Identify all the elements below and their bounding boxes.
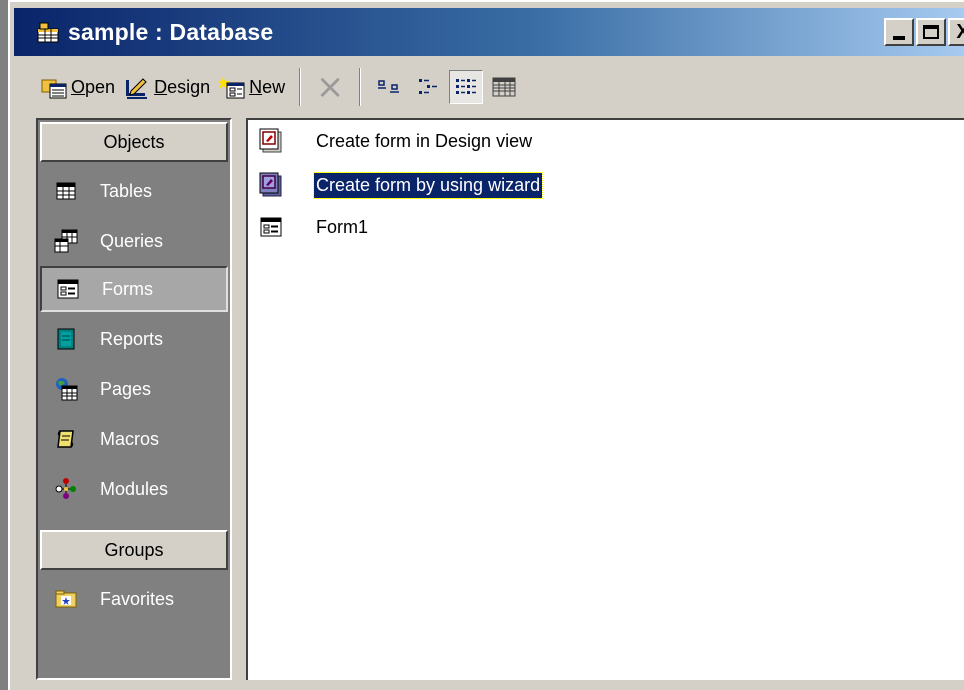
object-item-reports[interactable]: Reports bbox=[40, 316, 228, 362]
details-view-button[interactable] bbox=[487, 70, 521, 104]
design-shortcut-icon bbox=[258, 128, 284, 154]
large-icons-icon bbox=[378, 80, 400, 93]
object-item-macros[interactable]: Macros bbox=[40, 416, 228, 462]
open-icon bbox=[41, 79, 67, 99]
object-item-label: Macros bbox=[100, 428, 160, 449]
minimize-icon bbox=[893, 36, 905, 40]
object-item-label: Pages bbox=[100, 378, 152, 399]
toolbar-separator bbox=[359, 68, 362, 106]
window-bottom-edge bbox=[36, 682, 964, 690]
open-button[interactable]: Open bbox=[36, 67, 119, 107]
wizard-shortcut-icon bbox=[258, 172, 284, 198]
page-icon bbox=[54, 377, 78, 401]
large-icons-button[interactable] bbox=[373, 70, 407, 104]
window-controls: X bbox=[884, 18, 964, 46]
report-icon bbox=[54, 327, 78, 351]
table-icon bbox=[54, 179, 78, 203]
list-item[interactable]: Form1 bbox=[258, 212, 370, 242]
toolbar-separator bbox=[299, 68, 302, 106]
object-item-queries[interactable]: Queries bbox=[40, 218, 228, 264]
object-item-tables[interactable]: Tables bbox=[40, 168, 228, 214]
group-item-favorites[interactable]: Favorites bbox=[40, 576, 228, 622]
object-list-pane: Create form in Design view Create form b… bbox=[246, 118, 964, 680]
new-icon bbox=[218, 76, 245, 99]
object-item-label: Queries bbox=[100, 230, 164, 251]
database-icon bbox=[36, 21, 60, 43]
database-toolbar: Open Design New × bbox=[36, 64, 523, 110]
query-icon bbox=[54, 229, 78, 253]
new-mnemonic: N bbox=[249, 76, 263, 97]
delete-button[interactable]: × bbox=[313, 70, 347, 104]
delete-icon: × bbox=[315, 67, 345, 107]
object-item-modules[interactable]: Modules bbox=[40, 466, 228, 512]
close-icon: X bbox=[956, 21, 964, 43]
maximize-icon bbox=[923, 25, 939, 39]
object-item-label: Modules bbox=[100, 478, 169, 499]
group-item-label: Favorites bbox=[100, 588, 175, 609]
close-button[interactable]: X bbox=[948, 18, 964, 46]
title-bar[interactable]: sample : Database X bbox=[14, 8, 964, 56]
list-item-label: Form1 bbox=[316, 216, 369, 237]
groups-header-button[interactable]: Groups bbox=[40, 530, 228, 570]
favorites-folder-icon bbox=[54, 587, 78, 611]
module-icon bbox=[54, 477, 78, 501]
new-button[interactable]: New bbox=[214, 67, 289, 107]
design-label: esign bbox=[167, 76, 211, 97]
maximize-button[interactable] bbox=[916, 18, 946, 46]
macro-icon bbox=[54, 427, 78, 451]
form-icon bbox=[258, 214, 284, 240]
desktop-edge bbox=[0, 0, 8, 690]
object-item-label: Forms bbox=[102, 278, 153, 299]
minimize-button[interactable] bbox=[884, 18, 914, 46]
object-item-label: Reports bbox=[100, 328, 164, 349]
design-mnemonic: D bbox=[154, 76, 168, 97]
object-item-label: Tables bbox=[100, 180, 153, 201]
object-item-forms[interactable]: Forms bbox=[40, 266, 228, 312]
window-title: sample : Database bbox=[68, 18, 274, 45]
list-item-label: Create form by using wizard bbox=[312, 171, 544, 199]
list-item[interactable]: Create form in Design view bbox=[258, 126, 534, 156]
design-icon bbox=[126, 78, 148, 99]
objects-header-button[interactable]: Objects bbox=[40, 122, 228, 162]
object-item-pages[interactable]: Pages bbox=[40, 366, 228, 412]
list-item[interactable]: Create form by using wizard bbox=[258, 170, 544, 200]
small-icons-button[interactable] bbox=[411, 70, 445, 104]
list-view-button[interactable] bbox=[449, 70, 484, 104]
objects-bar: Objects Tables Queries Forms Reports Pag… bbox=[36, 118, 232, 680]
form-icon bbox=[56, 277, 80, 301]
new-label: ew bbox=[262, 76, 286, 97]
small-icons-icon bbox=[419, 79, 438, 94]
details-view-icon bbox=[492, 77, 516, 97]
list-view-icon bbox=[456, 79, 477, 94]
open-label: pen bbox=[85, 76, 116, 97]
list-item-label: Create form in Design view bbox=[316, 130, 533, 151]
design-button[interactable]: Design bbox=[119, 67, 214, 107]
open-mnemonic: O bbox=[71, 76, 86, 97]
